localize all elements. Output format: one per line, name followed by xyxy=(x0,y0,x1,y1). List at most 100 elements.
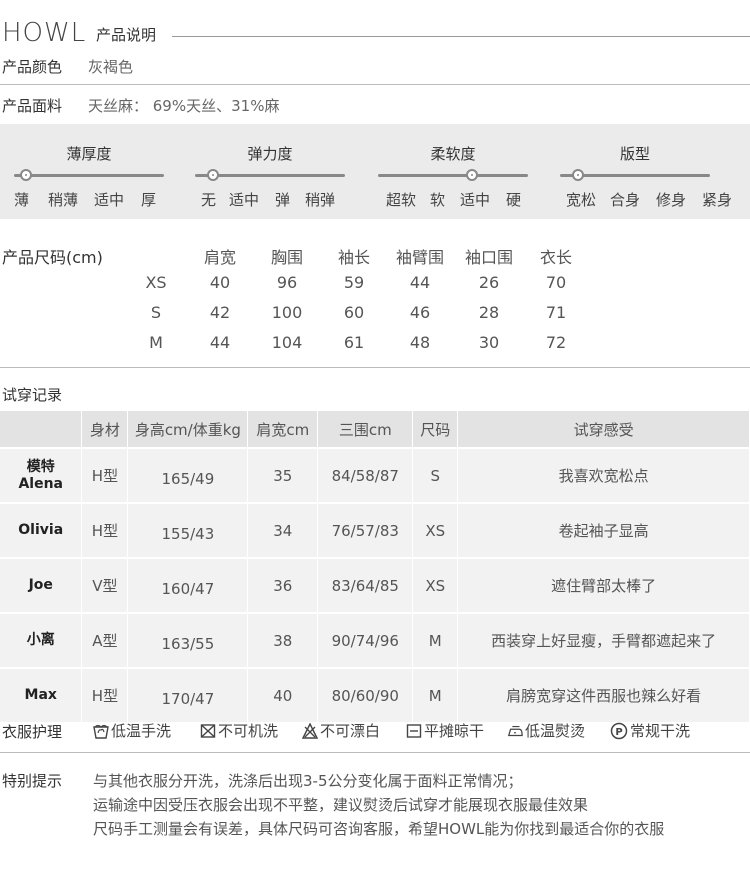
shoulder: 38 xyxy=(247,613,319,669)
scale-knob xyxy=(572,169,584,181)
shoulder: 40 xyxy=(247,668,319,724)
care-item-low-iron: 低温熨烫 xyxy=(507,720,585,741)
table-row: 小离 A型 163/55 38 90/74/96 M 西装穿上好显瘦，手臂都遮起… xyxy=(0,613,750,669)
measurements: 76/57/83 xyxy=(317,503,414,559)
size-value: 70 xyxy=(545,273,567,292)
size-name: XS xyxy=(145,273,167,292)
size-value: 61 xyxy=(343,333,365,352)
size-header: 衣长 xyxy=(539,248,572,267)
fabric-label: 产品面料 xyxy=(2,97,63,115)
no-bleach-icon xyxy=(302,722,318,739)
size-value: 44 xyxy=(409,273,431,292)
color-value: 灰褐色 xyxy=(88,58,134,76)
size-name: M xyxy=(149,333,163,352)
measurements: 84/58/87 xyxy=(317,448,414,504)
feeling: 肩膀宽穿这件西服也辣么好看 xyxy=(457,668,750,724)
model-name-line: 模特 xyxy=(26,458,55,475)
divider xyxy=(0,752,750,753)
dry-clean-icon: P xyxy=(610,722,628,739)
tryon-table: 身材 身高cm/体重kg 肩宽cm 三围cm 尺码 试穿感受 模特 Alena H… xyxy=(0,411,750,724)
scale-option: 宽松 xyxy=(566,191,597,209)
scale-option: 适中 xyxy=(460,191,491,209)
tryon-label: 试穿记录 xyxy=(2,386,63,404)
divider xyxy=(0,367,750,368)
size-value: 26 xyxy=(478,273,500,292)
feeling: 我喜欢宽松点 xyxy=(457,448,750,504)
scale-option: 软 xyxy=(430,191,446,209)
table-row: Max H型 170/47 40 80/60/90 M 肩膀宽穿这件西服也辣么好… xyxy=(0,668,750,724)
care-text: 常规干洗 xyxy=(630,722,691,740)
care-item-hand-wash: 低温手洗 xyxy=(93,720,171,741)
shoulder: 36 xyxy=(247,558,319,614)
scale-track xyxy=(378,174,528,177)
scale-option: 无 xyxy=(201,191,217,209)
size-value: 60 xyxy=(343,303,365,322)
divider xyxy=(0,84,750,85)
table-row: Joe V型 160/47 36 83/64/85 XS 遮住臂部太棒了 xyxy=(0,558,750,614)
model-name: Olivia xyxy=(0,503,83,559)
body-type: A型 xyxy=(81,613,129,669)
notes-label: 特别提示 xyxy=(2,772,63,790)
tryon-header-size: 尺码 xyxy=(412,411,459,449)
care-text: 低温手洗 xyxy=(111,722,172,740)
size: XS xyxy=(412,558,459,614)
size-value: 42 xyxy=(209,303,231,322)
care-item-no-machine-wash: 不可机洗 xyxy=(200,720,278,741)
size-value: 28 xyxy=(478,303,500,322)
size-value: 48 xyxy=(409,333,431,352)
scale-option: 稍薄 xyxy=(48,191,79,209)
size: S xyxy=(412,448,459,504)
size-header: 袖口围 xyxy=(464,248,513,267)
model-name: Joe xyxy=(0,558,83,614)
shoulder: 34 xyxy=(247,503,319,559)
care-label: 衣服护理 xyxy=(2,723,63,741)
scale-option: 弹 xyxy=(275,191,291,209)
shoulder: 35 xyxy=(247,448,319,504)
scale-option: 适中 xyxy=(94,191,125,209)
no-machine-wash-icon xyxy=(200,723,216,738)
size-name: S xyxy=(150,303,162,322)
scale-option: 修身 xyxy=(656,191,687,209)
measurements: 80/60/90 xyxy=(317,668,414,724)
size-value: 104 xyxy=(271,333,303,352)
size-value: 59 xyxy=(343,273,365,292)
scale-title: 版型 xyxy=(619,145,650,163)
measurements: 83/64/85 xyxy=(317,558,414,614)
height-weight: 170/47 xyxy=(127,668,249,724)
feeling: 西装穿上好显瘦，手臂都遮起来了 xyxy=(457,613,750,669)
scale-track xyxy=(14,174,164,177)
scale-title: 柔软度 xyxy=(430,145,476,163)
scale-option: 适中 xyxy=(229,191,260,209)
flat-dry-icon xyxy=(406,723,422,738)
size: M xyxy=(412,613,459,669)
scale-option: 硬 xyxy=(506,191,522,209)
height-weight: 160/47 xyxy=(127,558,249,614)
care-item-no-bleach: 不可漂白 xyxy=(302,720,380,741)
brand-logo: HOWL xyxy=(2,18,87,48)
size: M xyxy=(412,668,459,724)
height-weight: 163/55 xyxy=(127,613,249,669)
care-text: 不可漂白 xyxy=(320,722,381,740)
size-header: 袖臂围 xyxy=(395,248,444,267)
care-text: 低温熨烫 xyxy=(525,722,586,740)
tryon-header-name xyxy=(0,411,83,449)
header-divider xyxy=(172,36,750,37)
note-line: 尺码手工测量会有误差，具体尺码可咨询客服，希望HOWL能为你找到最适合你的衣服 xyxy=(93,820,665,838)
size-value: 44 xyxy=(209,333,231,352)
size-header: 肩宽 xyxy=(203,248,236,267)
model-name: Max xyxy=(0,668,83,724)
section-title: 产品说明 xyxy=(96,26,157,44)
size-value: 30 xyxy=(478,333,500,352)
height-weight: 155/43 xyxy=(127,503,249,559)
body-type: H型 xyxy=(81,503,129,559)
scale-knob xyxy=(466,169,478,181)
table-row: Olivia H型 155/43 34 76/57/83 XS 卷起袖子显高 xyxy=(0,503,750,559)
body-type: H型 xyxy=(81,668,129,724)
care-text: 不可机洗 xyxy=(218,722,279,740)
scale-option: 稍弹 xyxy=(305,191,336,209)
scale-option: 合身 xyxy=(610,191,641,209)
scale-option: 超软 xyxy=(386,191,417,209)
note-line: 与其他衣服分开洗，洗涤后出现3-5公分变化属于面料正常情况； xyxy=(93,772,523,790)
note-line: 运输途中因受压衣服会出现不平整，建议熨烫后试穿才能展现衣服最佳效果 xyxy=(93,796,589,814)
svg-text:P: P xyxy=(615,727,622,738)
